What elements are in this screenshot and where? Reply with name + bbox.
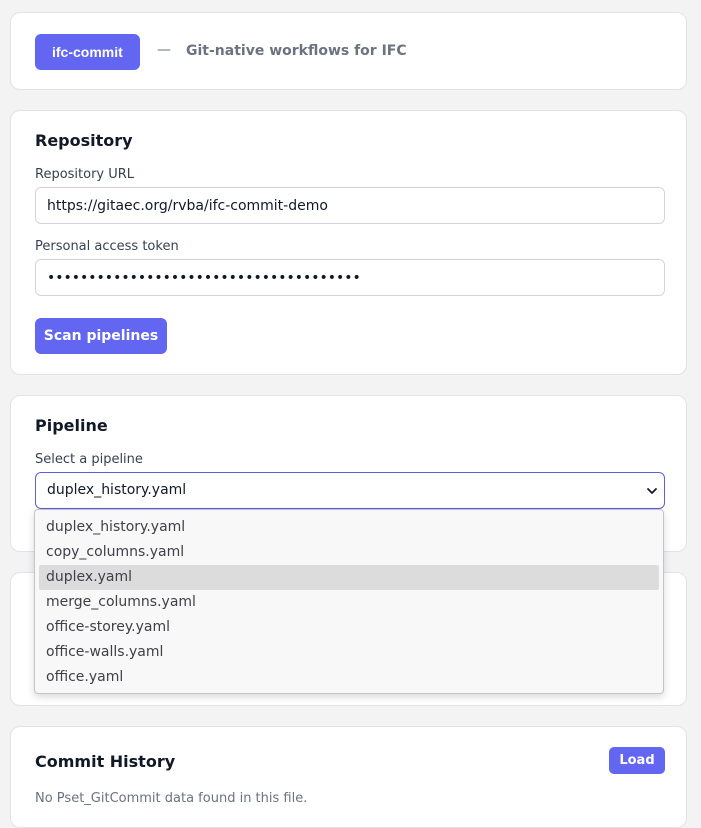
brand-tagline: Git-native workflows for IFC	[186, 43, 407, 59]
pipeline-dropdown-list: duplex_history.yaml copy_columns.yaml du…	[34, 509, 664, 694]
pipeline-option[interactable]: office-walls.yaml	[39, 640, 659, 665]
pipeline-option[interactable]: office.yaml	[39, 665, 659, 690]
access-token-label: Personal access token	[35, 239, 179, 254]
repository-card: Repository Repository URL Personal acces…	[10, 110, 687, 375]
pipeline-option[interactable]: office-storey.yaml	[39, 615, 659, 640]
repository-title: Repository	[35, 131, 133, 150]
commit-history-empty-message: No Pset_GitCommit data found in this fil…	[35, 791, 308, 806]
pipeline-select-label: Select a pipeline	[35, 452, 143, 467]
pipeline-option-highlighted[interactable]: duplex.yaml	[39, 565, 659, 590]
access-token-input[interactable]	[35, 259, 665, 296]
chevron-down-icon	[647, 488, 657, 494]
brand-separator: —	[157, 42, 171, 58]
commit-history-title: Commit History	[35, 752, 176, 771]
commit-history-card: Commit History Load No Pset_GitCommit da…	[10, 726, 687, 828]
pipeline-option[interactable]: copy_columns.yaml	[39, 540, 659, 565]
repository-url-label: Repository URL	[35, 167, 135, 182]
pipeline-option[interactable]: merge_columns.yaml	[39, 590, 659, 615]
pipeline-option[interactable]: duplex_history.yaml	[39, 515, 659, 540]
load-history-button[interactable]: Load	[609, 747, 665, 774]
app-page: ifc-commit — Git-native workflows for IF…	[0, 0, 701, 828]
repository-url-input[interactable]	[35, 187, 665, 224]
scan-pipelines-button[interactable]: Scan pipelines	[35, 318, 167, 354]
pipeline-select[interactable]: duplex_history.yaml	[35, 472, 665, 509]
header-card: ifc-commit — Git-native workflows for IF…	[10, 12, 687, 90]
pipeline-title: Pipeline	[35, 416, 108, 435]
pipeline-select-value: duplex_history.yaml	[47, 482, 187, 498]
brand-badge[interactable]: ifc-commit	[35, 34, 140, 70]
